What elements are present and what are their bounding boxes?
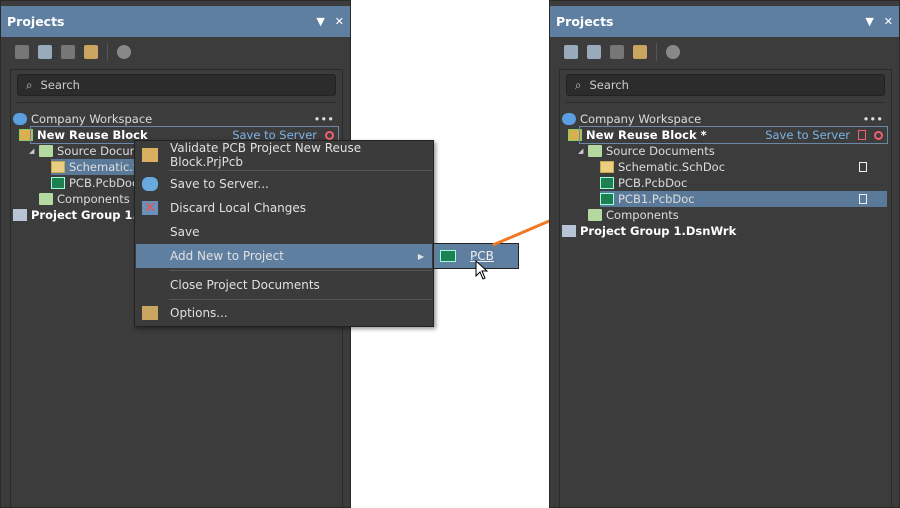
label: Schematic.SchDoc xyxy=(618,160,726,174)
label: Project Group 1.DsnWrk xyxy=(580,224,737,238)
folder-icon xyxy=(588,145,602,157)
schematic-icon xyxy=(600,161,614,173)
folder-icon xyxy=(588,209,602,221)
pcb-icon xyxy=(600,193,614,205)
label: Components xyxy=(606,208,679,222)
modified-doc-icon xyxy=(858,130,866,140)
document-icon xyxy=(859,194,867,204)
copy-icon[interactable] xyxy=(587,45,601,59)
save-to-server-link[interactable]: Save to Server xyxy=(765,128,850,142)
dropdown-icon[interactable]: ▼ xyxy=(865,15,873,28)
project-icon xyxy=(568,129,582,141)
tree-item-components[interactable]: Components xyxy=(588,207,887,223)
tree-item-file-selected[interactable]: PCB1.PcbDoc xyxy=(600,191,887,207)
projects-panel-after: Projects ▼ ✕ ⌕ Search Company Workspace ••• … xyxy=(549,0,900,508)
expand-icon[interactable]: ◢ xyxy=(578,147,588,155)
tree-item-project-group[interactable]: Project Group 1.DsnWrk xyxy=(562,223,887,239)
save-icon[interactable] xyxy=(564,45,578,59)
tree-item-file[interactable]: PCB.PcbDoc xyxy=(600,175,887,191)
label: Company Workspace xyxy=(580,112,702,126)
panel-title: Projects xyxy=(556,14,614,29)
search-input[interactable]: ⌕ Search xyxy=(566,74,885,96)
folder-search-icon[interactable] xyxy=(610,45,624,59)
divider xyxy=(656,43,657,61)
label: Source Documents xyxy=(606,144,715,158)
cloud-icon xyxy=(562,113,576,125)
close-icon[interactable]: ✕ xyxy=(884,15,893,28)
tree-item-project[interactable]: New Reuse Block * Save to Server xyxy=(568,126,888,144)
panel-header: Projects ▼ ✕ xyxy=(550,6,899,37)
pcb-icon xyxy=(600,177,614,189)
folder-settings-icon[interactable] xyxy=(633,45,647,59)
tree-item-file[interactable]: Schematic.SchDoc xyxy=(600,159,887,175)
label: PCB.PcbDoc xyxy=(618,176,688,190)
label: PCB1.PcbDoc xyxy=(618,192,695,206)
project-group-icon xyxy=(562,225,576,237)
search-placeholder: Search xyxy=(589,78,629,92)
toolbar xyxy=(550,37,899,67)
tree-item-source-documents[interactable]: ◢ Source Documents xyxy=(578,143,887,159)
search-icon: ⌕ xyxy=(575,77,582,92)
status-circle-icon xyxy=(874,130,883,140)
document-icon xyxy=(859,162,867,172)
gear-icon[interactable] xyxy=(666,45,680,59)
more-icon[interactable]: ••• xyxy=(863,112,887,126)
label: New Reuse Block * xyxy=(586,128,707,142)
tree-item-workspace[interactable]: Company Workspace ••• xyxy=(562,111,887,127)
